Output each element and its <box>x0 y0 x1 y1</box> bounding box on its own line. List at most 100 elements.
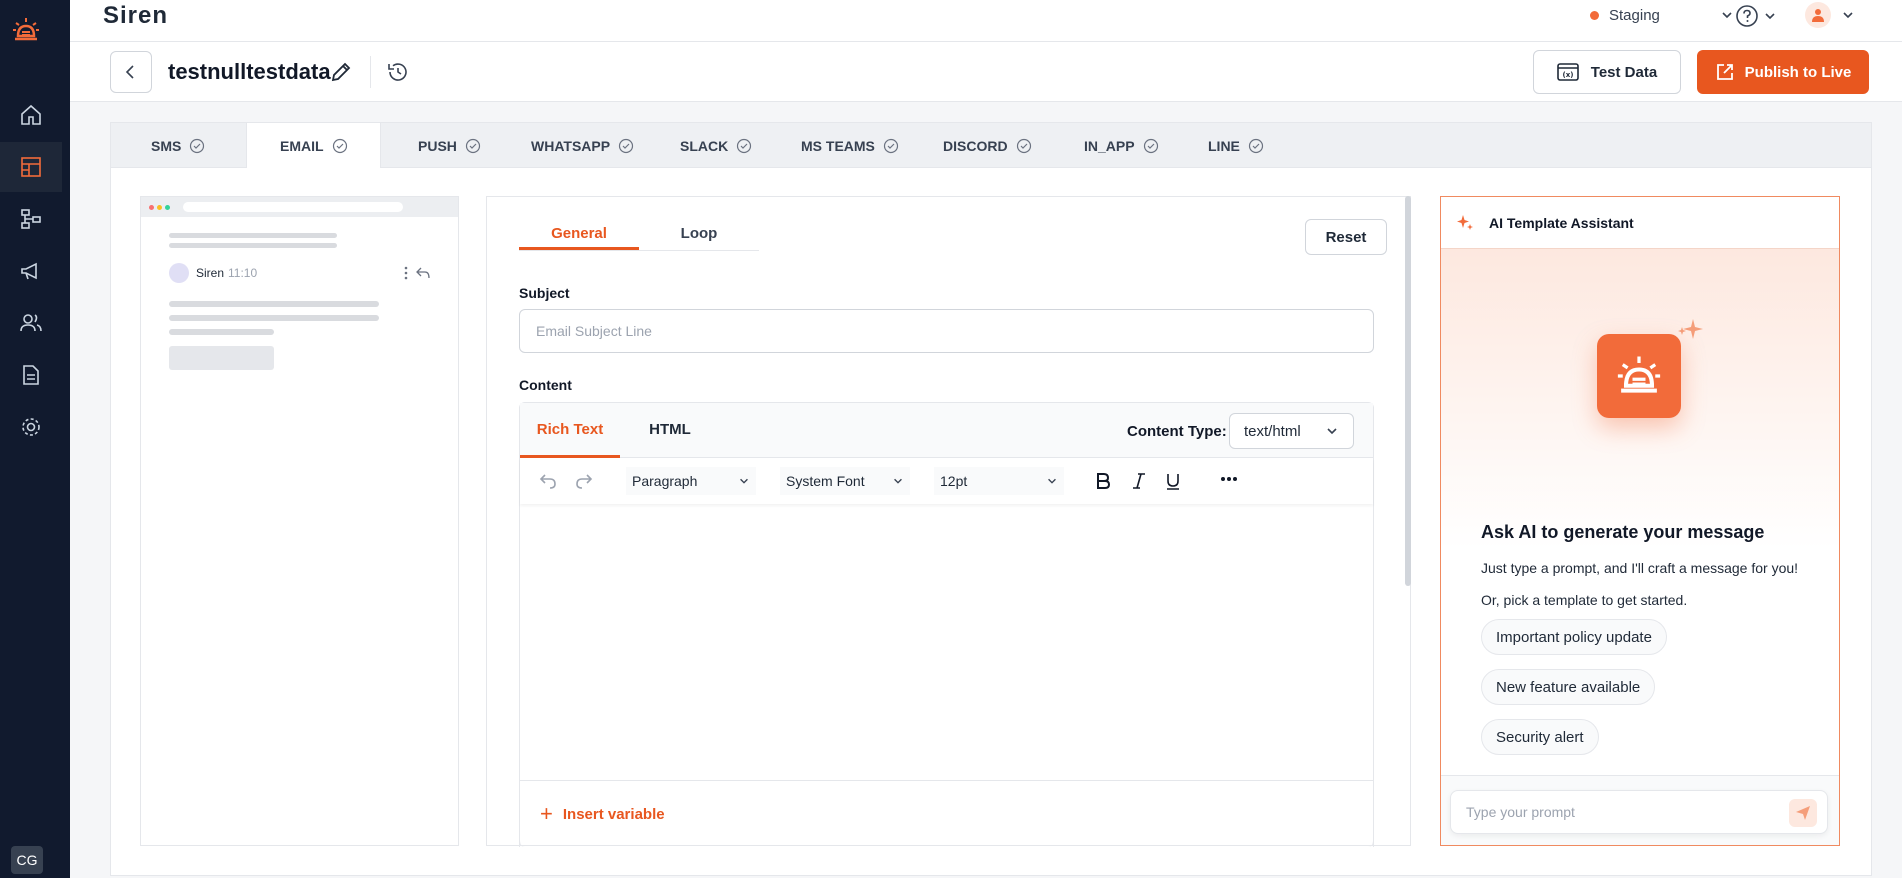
ai-panel-header: AI Template Assistant <box>1441 197 1839 249</box>
content-type-value: text/html <box>1244 422 1301 440</box>
tab-label: PUSH <box>418 137 457 154</box>
bold-icon[interactable] <box>1094 471 1112 491</box>
tab-general[interactable]: General <box>519 215 639 250</box>
help-menu[interactable] <box>1735 4 1777 28</box>
tab-whatsapp[interactable]: WHATSAPP <box>506 123 656 168</box>
history-icon <box>388 63 407 81</box>
redo-icon[interactable] <box>574 471 594 491</box>
content-label: Content <box>519 377 572 393</box>
placeholder-line <box>169 243 337 248</box>
user-icon <box>1812 9 1824 22</box>
chevron-left-icon <box>125 65 134 79</box>
megaphone-icon <box>21 262 37 280</box>
editor-scrollbar[interactable] <box>1405 196 1411 586</box>
email-preview: Siren 11:10 <box>140 196 459 846</box>
browser-bar <box>141 197 458 217</box>
sidebar-item-campaigns[interactable] <box>0 246 62 296</box>
sender-avatar <box>169 263 189 283</box>
user-menu[interactable] <box>1805 2 1855 28</box>
sidebar-item-settings[interactable] <box>0 402 62 452</box>
document-icon <box>23 365 39 385</box>
content-type-select[interactable]: text/html <box>1229 413 1354 449</box>
tab-label: WHATSAPP <box>531 137 611 154</box>
tab-in-app[interactable]: IN_APP <box>1060 123 1202 168</box>
workflow-icon <box>21 209 41 229</box>
environment-status-dot <box>1590 10 1599 20</box>
tab-slack[interactable]: SLACK <box>656 123 778 168</box>
tab-discord[interactable]: DISCORD <box>918 123 1060 168</box>
siren-logo-icon[interactable] <box>10 14 42 46</box>
font-size-select[interactable]: 12pt <box>934 467 1064 495</box>
pencil-icon <box>331 62 351 82</box>
ai-heading: Ask AI to generate your message <box>1481 522 1765 542</box>
italic-icon[interactable] <box>1130 471 1148 491</box>
publish-label: Publish to Live <box>1744 63 1852 81</box>
reset-button[interactable]: Reset <box>1305 219 1387 255</box>
insert-variable-button[interactable]: + Insert variable <box>519 780 1374 847</box>
sidebar-item-users[interactable] <box>0 298 62 348</box>
user-initials-avatar[interactable]: CG <box>11 846 43 874</box>
block-format-value: Paragraph <box>632 473 698 489</box>
placeholder-line <box>169 315 379 321</box>
chevron-down-icon <box>1327 428 1337 435</box>
tab-label: MS TEAMS <box>801 137 875 154</box>
sidebar-item-home[interactable] <box>0 90 62 140</box>
publish-to-live-button[interactable]: Publish to Live <box>1697 50 1869 94</box>
tab-label: LINE <box>1208 137 1240 154</box>
tab-label: IN_APP <box>1084 137 1135 154</box>
prompt-input[interactable]: Type your prompt <box>1450 790 1828 834</box>
undo-icon[interactable] <box>538 471 558 491</box>
underline-icon[interactable] <box>1164 471 1182 491</box>
window-dot <box>149 204 154 210</box>
send-button[interactable] <box>1789 799 1817 827</box>
tab-label: DISCORD <box>943 137 1008 154</box>
template-chip[interactable]: Security alert <box>1481 719 1599 755</box>
template-name: testnulltestdata <box>168 59 331 84</box>
preview-sender: Siren 11:10 <box>169 263 257 283</box>
window-dot <box>165 204 170 210</box>
placeholder-line <box>169 233 337 238</box>
placeholder-line <box>169 301 379 307</box>
brand-name: Siren <box>103 2 169 29</box>
tab-line[interactable]: LINE <box>1202 123 1312 168</box>
back-button[interactable] <box>110 51 152 93</box>
tab-loop[interactable]: Loop <box>639 215 759 250</box>
sidebar-item-logs[interactable] <box>0 350 62 400</box>
environment-selector[interactable]: Staging <box>1590 0 1734 30</box>
tab-email[interactable]: EMAIL <box>246 123 381 168</box>
template-chip[interactable]: New feature available <box>1481 669 1656 705</box>
template-editor: General Loop Reset Subject Email Subject… <box>486 196 1411 847</box>
sidebar: CG <box>0 0 70 878</box>
ai-subdescription: Or, pick a template to get started. <box>1481 592 1688 608</box>
subject-input[interactable]: Email Subject Line <box>519 309 1374 353</box>
siren-logo-icon <box>1617 356 1661 393</box>
sidebar-item-workflows[interactable] <box>0 194 62 244</box>
prompt-placeholder: Type your prompt <box>1466 804 1575 820</box>
check-circle-icon <box>1143 138 1158 153</box>
block-format-select[interactable]: Paragraph <box>626 467 756 495</box>
font-family-value: System Font <box>786 473 865 489</box>
test-data-button[interactable]: (x) Test Data <box>1533 50 1681 94</box>
template-chip[interactable]: Important policy update <box>1481 619 1667 655</box>
tab-push[interactable]: PUSH <box>381 123 506 168</box>
plus-icon: + <box>540 801 553 826</box>
version-history-button[interactable] <box>386 60 410 89</box>
send-icon <box>1796 806 1810 820</box>
rich-text-toolbar: Paragraph System Font 12pt <box>520 458 1373 504</box>
sidebar-item-templates[interactable] <box>0 142 62 192</box>
tab-rich-text[interactable]: Rich Text <box>520 403 620 458</box>
external-link-icon <box>1716 64 1733 80</box>
divider <box>370 56 371 88</box>
tab-sms[interactable]: SMS <box>111 123 246 168</box>
sender-time: 11:10 <box>228 266 258 280</box>
chevron-down-icon <box>894 478 902 484</box>
font-family-select[interactable]: System Font <box>780 467 910 495</box>
edit-name-button[interactable] <box>329 60 353 89</box>
home-icon <box>21 104 41 125</box>
top-bar: Siren Staging <box>70 0 1902 42</box>
tab-html[interactable]: HTML <box>620 403 720 458</box>
more-horizontal-icon[interactable] <box>1220 476 1238 482</box>
ai-panel-title: AI Template Assistant <box>1489 214 1634 231</box>
tab-label: EMAIL <box>280 137 324 154</box>
tab-ms-teams[interactable]: MS TEAMS <box>778 123 918 168</box>
